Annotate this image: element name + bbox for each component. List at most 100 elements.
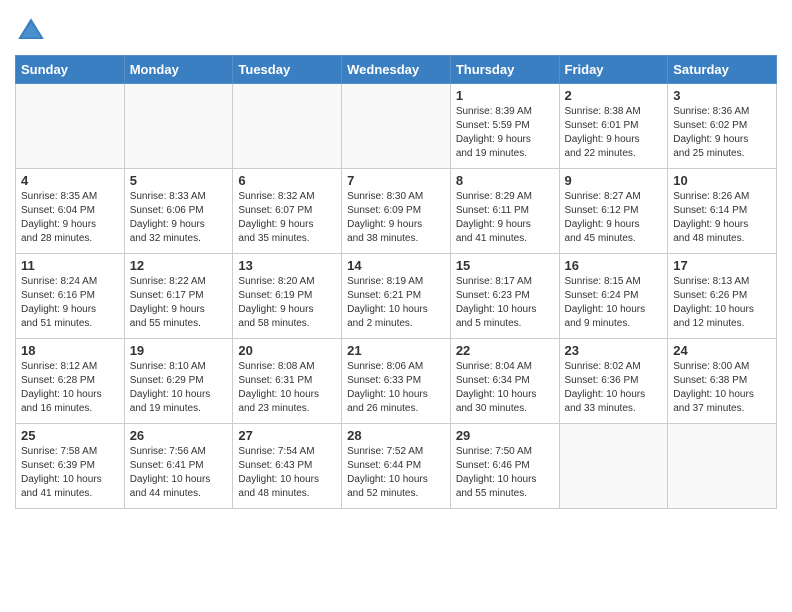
calendar-cell: 8 Sunrise: 8:29 AM Sunset: 6:11 PM Daylig…	[450, 169, 559, 254]
day-info: Sunrise: 8:39 AM Sunset: 5:59 PM Dayligh…	[456, 105, 554, 161]
day-number: 6	[238, 173, 336, 188]
calendar-cell	[233, 84, 342, 169]
day-info: Sunrise: 8:38 AM Sunset: 6:01 PM Dayligh…	[565, 105, 663, 161]
calendar-cell: 25Sunrise: 7:58 AM Sunset: 6:39 PM Dayli…	[16, 424, 125, 509]
day-info: Sunrise: 8:17 AM Sunset: 6:23 PM Dayligh…	[456, 275, 554, 331]
day-info: Sunrise: 8:06 AM Sunset: 6:33 PM Dayligh…	[347, 360, 445, 416]
day-number: 3	[673, 88, 771, 103]
calendar-cell: 29 Sunrise: 7:50 AM Sunset: 6:46 PM Dayli…	[450, 424, 559, 509]
calendar-cell: 21 Sunrise: 8:06 AM Sunset: 6:33 PM Dayli…	[342, 339, 451, 424]
calendar-cell: 22Sunrise: 8:04 AM Sunset: 6:34 PM Dayli…	[450, 339, 559, 424]
day-info: Sunrise: 8:00 AM Sunset: 6:38 PM Dayligh…	[673, 360, 771, 416]
calendar-cell: 17Sunrise: 8:13 AM Sunset: 6:26 PM Dayli…	[668, 254, 777, 339]
day-info: Sunrise: 8:30 AM Sunset: 6:09 PM Dayligh…	[347, 190, 445, 246]
calendar-header-row: SundayMondayTuesdayWednesdayThursdayFrid…	[16, 56, 777, 84]
calendar-cell: 1 Sunrise: 8:39 AM Sunset: 5:59 PM Daylig…	[450, 84, 559, 169]
day-info: Sunrise: 8:15 AM Sunset: 6:24 PM Dayligh…	[565, 275, 663, 331]
day-number: 4	[21, 173, 119, 188]
day-number: 18	[21, 343, 119, 358]
header	[15, 10, 777, 47]
day-number: 23	[565, 343, 663, 358]
calendar-cell	[668, 424, 777, 509]
calendar-cell: 9 Sunrise: 8:27 AM Sunset: 6:12 PM Daylig…	[559, 169, 668, 254]
calendar-week-3: 11 Sunrise: 8:24 AM Sunset: 6:16 PM Dayli…	[16, 254, 777, 339]
day-info: Sunrise: 8:26 AM Sunset: 6:14 PM Dayligh…	[673, 190, 771, 246]
day-number: 11	[21, 258, 119, 273]
calendar-cell: 20 Sunrise: 8:08 AM Sunset: 6:31 PM Dayli…	[233, 339, 342, 424]
calendar-header-saturday: Saturday	[668, 56, 777, 84]
calendar-cell: 5 Sunrise: 8:33 AM Sunset: 6:06 PM Daylig…	[124, 169, 233, 254]
calendar-cell: 19 Sunrise: 8:10 AM Sunset: 6:29 PM Dayli…	[124, 339, 233, 424]
day-info: Sunrise: 7:54 AM Sunset: 6:43 PM Dayligh…	[238, 445, 336, 501]
day-number: 13	[238, 258, 336, 273]
calendar-cell	[559, 424, 668, 509]
day-number: 9	[565, 173, 663, 188]
day-number: 26	[130, 428, 228, 443]
day-number: 21	[347, 343, 445, 358]
day-number: 2	[565, 88, 663, 103]
day-number: 8	[456, 173, 554, 188]
day-info: Sunrise: 8:35 AM Sunset: 6:04 PM Dayligh…	[21, 190, 119, 246]
calendar-cell: 12 Sunrise: 8:22 AM Sunset: 6:17 PM Dayli…	[124, 254, 233, 339]
calendar-page: SundayMondayTuesdayWednesdayThursdayFrid…	[0, 0, 792, 524]
day-info: Sunrise: 7:56 AM Sunset: 6:41 PM Dayligh…	[130, 445, 228, 501]
day-info: Sunrise: 8:02 AM Sunset: 6:36 PM Dayligh…	[565, 360, 663, 416]
logo	[15, 10, 51, 47]
calendar-header-monday: Monday	[124, 56, 233, 84]
calendar-cell: 6Sunrise: 8:32 AM Sunset: 6:07 PM Daylig…	[233, 169, 342, 254]
day-number: 15	[456, 258, 554, 273]
day-info: Sunrise: 7:50 AM Sunset: 6:46 PM Dayligh…	[456, 445, 554, 501]
day-number: 10	[673, 173, 771, 188]
day-number: 28	[347, 428, 445, 443]
day-number: 17	[673, 258, 771, 273]
calendar-cell: 13 Sunrise: 8:20 AM Sunset: 6:19 PM Dayli…	[233, 254, 342, 339]
day-info: Sunrise: 8:12 AM Sunset: 6:28 PM Dayligh…	[21, 360, 119, 416]
calendar-cell	[342, 84, 451, 169]
day-number: 5	[130, 173, 228, 188]
day-number: 19	[130, 343, 228, 358]
calendar-cell: 10 Sunrise: 8:26 AM Sunset: 6:14 PM Dayli…	[668, 169, 777, 254]
calendar-cell: 2 Sunrise: 8:38 AM Sunset: 6:01 PM Daylig…	[559, 84, 668, 169]
calendar-cell: 26 Sunrise: 7:56 AM Sunset: 6:41 PM Dayli…	[124, 424, 233, 509]
calendar-cell: 16 Sunrise: 8:15 AM Sunset: 6:24 PM Dayli…	[559, 254, 668, 339]
day-info: Sunrise: 7:52 AM Sunset: 6:44 PM Dayligh…	[347, 445, 445, 501]
calendar-cell: 4 Sunrise: 8:35 AM Sunset: 6:04 PM Daylig…	[16, 169, 125, 254]
day-info: Sunrise: 8:20 AM Sunset: 6:19 PM Dayligh…	[238, 275, 336, 331]
day-info: Sunrise: 8:33 AM Sunset: 6:06 PM Dayligh…	[130, 190, 228, 246]
day-info: Sunrise: 8:19 AM Sunset: 6:21 PM Dayligh…	[347, 275, 445, 331]
day-info: Sunrise: 8:22 AM Sunset: 6:17 PM Dayligh…	[130, 275, 228, 331]
calendar-cell: 27 Sunrise: 7:54 AM Sunset: 6:43 PM Dayli…	[233, 424, 342, 509]
day-number: 29	[456, 428, 554, 443]
calendar-cell	[16, 84, 125, 169]
calendar-week-5: 25Sunrise: 7:58 AM Sunset: 6:39 PM Dayli…	[16, 424, 777, 509]
calendar-header-friday: Friday	[559, 56, 668, 84]
calendar-cell: 14 Sunrise: 8:19 AM Sunset: 6:21 PM Dayli…	[342, 254, 451, 339]
calendar-cell: 28 Sunrise: 7:52 AM Sunset: 6:44 PM Dayli…	[342, 424, 451, 509]
calendar-header-thursday: Thursday	[450, 56, 559, 84]
calendar-table: SundayMondayTuesdayWednesdayThursdayFrid…	[15, 55, 777, 509]
day-number: 16	[565, 258, 663, 273]
day-info: Sunrise: 7:58 AM Sunset: 6:39 PM Dayligh…	[21, 445, 119, 501]
day-number: 14	[347, 258, 445, 273]
calendar-cell: 7Sunrise: 8:30 AM Sunset: 6:09 PM Daylig…	[342, 169, 451, 254]
logo-icon	[15, 15, 47, 47]
calendar-cell: 23 Sunrise: 8:02 AM Sunset: 6:36 PM Dayli…	[559, 339, 668, 424]
day-info: Sunrise: 8:27 AM Sunset: 6:12 PM Dayligh…	[565, 190, 663, 246]
day-info: Sunrise: 8:36 AM Sunset: 6:02 PM Dayligh…	[673, 105, 771, 161]
calendar-cell: 11 Sunrise: 8:24 AM Sunset: 6:16 PM Dayli…	[16, 254, 125, 339]
calendar-cell	[124, 84, 233, 169]
day-number: 27	[238, 428, 336, 443]
calendar-week-2: 4 Sunrise: 8:35 AM Sunset: 6:04 PM Daylig…	[16, 169, 777, 254]
day-info: Sunrise: 8:10 AM Sunset: 6:29 PM Dayligh…	[130, 360, 228, 416]
day-info: Sunrise: 8:29 AM Sunset: 6:11 PM Dayligh…	[456, 190, 554, 246]
day-info: Sunrise: 8:08 AM Sunset: 6:31 PM Dayligh…	[238, 360, 336, 416]
day-number: 20	[238, 343, 336, 358]
day-number: 24	[673, 343, 771, 358]
day-number: 22	[456, 343, 554, 358]
day-number: 12	[130, 258, 228, 273]
calendar-cell: 18 Sunrise: 8:12 AM Sunset: 6:28 PM Dayli…	[16, 339, 125, 424]
calendar-cell: 24 Sunrise: 8:00 AM Sunset: 6:38 PM Dayli…	[668, 339, 777, 424]
day-info: Sunrise: 8:24 AM Sunset: 6:16 PM Dayligh…	[21, 275, 119, 331]
calendar-week-4: 18 Sunrise: 8:12 AM Sunset: 6:28 PM Dayli…	[16, 339, 777, 424]
day-number: 1	[456, 88, 554, 103]
